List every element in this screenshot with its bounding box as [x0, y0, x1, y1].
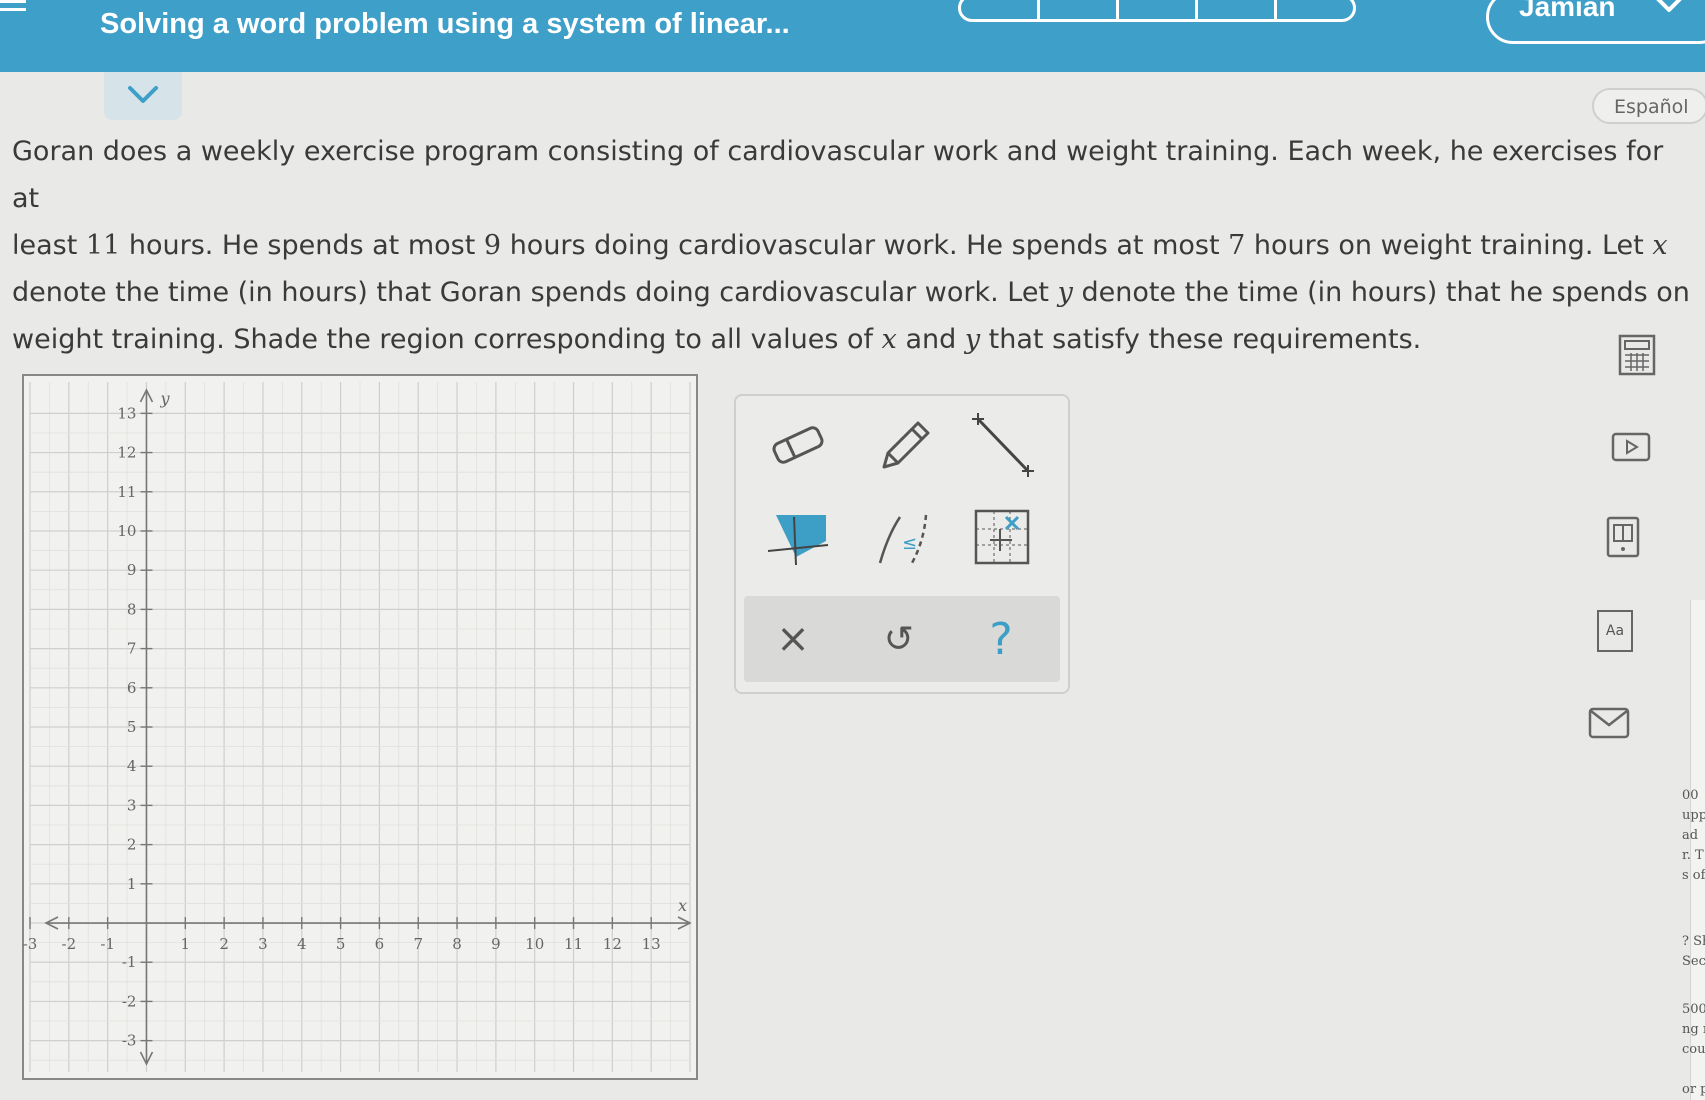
video-button[interactable]: [1604, 420, 1658, 474]
edge-text-fragment: ? Sh: [1682, 934, 1705, 949]
y-tick-label: 4: [127, 757, 137, 775]
y-tick-label: 12: [117, 444, 136, 462]
progress-segment: [1119, 0, 1198, 19]
x-tick-label: 2: [219, 935, 229, 953]
x-tick-label: 10: [525, 935, 544, 953]
y-tick-label: 1: [127, 875, 137, 893]
problem-line: denote the time (in hours) that Goran sp…: [12, 277, 1690, 308]
shade-tool-button[interactable]: [758, 500, 838, 574]
book-icon: [1606, 516, 1640, 558]
calculator-icon: [1618, 334, 1656, 376]
progress-bar: [958, 0, 1356, 22]
x-tick-label: -2: [62, 935, 77, 953]
point-tool-button[interactable]: [962, 500, 1042, 574]
edge-text-fragment: Secu: [1682, 954, 1705, 969]
line-tool-icon: [972, 413, 1034, 477]
edge-text-fragment: ng ma: [1682, 1022, 1705, 1037]
x-tick-label: 7: [413, 935, 423, 953]
y-tick-label: 2: [127, 836, 137, 854]
help-icon: ?: [989, 613, 1013, 665]
page-title: Solving a word problem using a system of…: [100, 8, 790, 40]
edge-text-fragment: upp: [1682, 808, 1705, 823]
chevron-down-icon: [128, 86, 158, 103]
message-button[interactable]: [1582, 696, 1636, 750]
problem-line: least 11 hours. He spends at most 9 hour…: [12, 230, 1668, 261]
x-tick-label: 13: [642, 935, 661, 953]
progress-segment: [1277, 0, 1353, 19]
close-icon: ×: [776, 616, 810, 662]
edge-text-fragment: 500: [1682, 1002, 1705, 1017]
video-icon: [1611, 432, 1651, 462]
edge-text-fragment: r. T: [1682, 848, 1704, 863]
textbook-button[interactable]: [1596, 510, 1650, 564]
x-tick-label: 1: [181, 935, 191, 953]
user-name: Jamian: [1519, 0, 1616, 22]
edge-text-fragment: ad: [1682, 828, 1699, 843]
user-menu-button[interactable]: Jamian: [1486, 0, 1705, 44]
y-tick-label: -3: [122, 1032, 137, 1050]
y-tick-label: 10: [117, 522, 136, 540]
edge-text-fragment: s of: [1682, 868, 1705, 883]
action-bar: × ↺ ?: [744, 596, 1060, 682]
clear-button[interactable]: ×: [758, 604, 828, 674]
glossary-button[interactable]: Aa: [1588, 604, 1642, 658]
x-tick-label: 6: [375, 935, 385, 953]
inequality-tool-button[interactable]: ≤: [864, 500, 944, 574]
edge-text-fragment: could: [1682, 1042, 1705, 1057]
pencil-icon: [882, 421, 930, 469]
y-tick-label: 5: [127, 718, 137, 736]
y-tick-label: 13: [117, 404, 136, 422]
y-tick-label: 11: [117, 483, 136, 501]
x-tick-label: 3: [258, 935, 268, 953]
undo-button[interactable]: ↺: [864, 604, 934, 674]
x-tick-label: 8: [452, 935, 462, 953]
y-tick-label: 8: [127, 600, 137, 618]
eraser-tool-button[interactable]: [758, 408, 838, 482]
y-tick-label: 9: [127, 561, 137, 579]
edge-text-fragment: 00: [1682, 788, 1699, 803]
x-tick-label: 12: [603, 935, 622, 953]
y-tick-label: 6: [127, 679, 137, 697]
inequality-tool-icon: ≤: [878, 514, 928, 564]
glossary-label: Aa: [1605, 623, 1625, 639]
edge-text-fragment: or pro: [1682, 1082, 1705, 1097]
shade-region-icon: [767, 515, 829, 566]
progress-segment: [1040, 0, 1119, 19]
problem-statement: Goran does a weekly exercise program con…: [12, 128, 1697, 363]
coordinate-grid[interactable]: -3 -2 -1 1 2 3 4 5 6 7 8 9 10 11 12 1313121110987654321…: [22, 374, 698, 1080]
problem-line: weight training. Shade the region corres…: [12, 324, 1422, 355]
eraser-icon: [772, 426, 824, 464]
problem-line: Goran does a weekly exercise program con…: [12, 136, 1664, 214]
y-tick-label: 3: [127, 796, 137, 814]
mail-icon: [1588, 707, 1630, 739]
x-tick-label: -1: [100, 935, 115, 953]
grid-point-icon: [974, 509, 1030, 565]
y-tick-label: 7: [127, 640, 137, 658]
y-tick-label: -2: [122, 992, 137, 1010]
y-axis-label: y: [159, 389, 170, 408]
glossary-icon: Aa: [1597, 610, 1633, 652]
x-tick-label: 5: [336, 935, 346, 953]
x-tick-label: 9: [491, 935, 501, 953]
graph-canvas[interactable]: -3 -2 -1 1 2 3 4 5 6 7 8 9 10 11 12 13 13 12 11 10 9 8 7 6 5 4 3 2 1…: [22, 374, 698, 1080]
progress-segment: [961, 0, 1040, 19]
x-tick-label: 4: [297, 935, 307, 953]
x-tick-label: -3: [23, 935, 38, 953]
calculator-button[interactable]: [1610, 328, 1664, 382]
x-tick-label: 11: [564, 935, 583, 953]
graph-tool-palette: ≤ × ↺ ?: [734, 394, 1070, 694]
help-button[interactable]: ?: [966, 604, 1036, 674]
pencil-tool-button[interactable]: [864, 408, 944, 482]
top-bar: Solving a word problem using a system of…: [0, 0, 1705, 72]
svg-text:≤: ≤: [902, 533, 917, 554]
y-tick-label: -1: [122, 953, 137, 971]
collapse-toggle-button[interactable]: [104, 72, 182, 120]
chevron-down-icon: [1656, 0, 1682, 12]
undo-icon: ↺: [883, 618, 915, 660]
language-button[interactable]: Español: [1592, 88, 1705, 124]
x-axis-label: x: [678, 896, 687, 915]
menu-icon[interactable]: [0, 0, 26, 20]
progress-segment: [1198, 0, 1277, 19]
line-tool-button[interactable]: [962, 408, 1042, 482]
